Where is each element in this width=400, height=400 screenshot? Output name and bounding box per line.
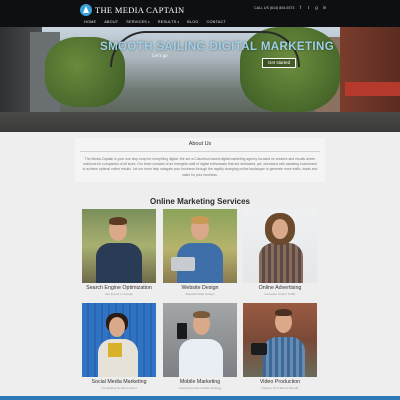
- contact-phone[interactable]: CALL US (614) 804-9373: [254, 6, 294, 10]
- get-started-button[interactable]: Get started: [262, 58, 296, 68]
- service-card-social-media[interactable]: Social Media Marketing Compelling Social…: [82, 303, 156, 390]
- site-header: THE MEDIA CAPTAIN CALL US (614) 804-9373…: [0, 0, 400, 27]
- service-photo: [82, 303, 156, 377]
- service-card-online-advertising[interactable]: Online Advertising Generate Instant Traf…: [243, 209, 317, 296]
- service-subtitle: Beautiful Web Design: [185, 292, 215, 296]
- service-photo: [163, 209, 237, 283]
- service-subtitle: Generate Instant Traffic: [264, 292, 296, 296]
- nav-about[interactable]: ABOUT: [100, 19, 122, 25]
- service-card-website-design[interactable]: Website Design Beautiful Web Design: [163, 209, 237, 296]
- service-title: Online Advertising: [258, 285, 302, 291]
- about-divider: [80, 151, 320, 152]
- footer-accent-bar: [0, 396, 400, 400]
- about-text: The Media Captain is your one stop shop …: [82, 157, 318, 177]
- service-title: Search Engine Optimization: [86, 285, 152, 291]
- service-subtitle: Compelling Social Content: [101, 386, 137, 390]
- linkedin-icon[interactable]: in: [322, 5, 327, 10]
- main-nav: HOME ABOUT SERVICES RESULTS BLOG CONTACT: [80, 19, 230, 25]
- nav-results[interactable]: RESULTS: [154, 19, 183, 25]
- nav-contact[interactable]: CONTACT: [203, 19, 230, 25]
- google-plus-icon[interactable]: g: [314, 5, 319, 10]
- twitter-icon[interactable]: t: [306, 5, 311, 10]
- hero-title: SMOOTH SAILING DIGITAL MARKETING: [100, 41, 335, 53]
- service-subtitle: Get Found in Google: [105, 292, 133, 296]
- services-title: Online Marketing Services: [149, 197, 251, 206]
- logo-text: THE MEDIA CAPTAIN: [95, 4, 185, 15]
- service-title: Mobile Marketing: [179, 379, 221, 385]
- sailboat-logo-icon: [80, 3, 92, 16]
- logo[interactable]: THE MEDIA CAPTAIN: [80, 3, 184, 16]
- service-card-seo[interactable]: Search Engine Optimization Get Found in …: [82, 209, 156, 296]
- service-photo: [243, 209, 317, 283]
- service-photo: [82, 209, 156, 283]
- service-title: Website Design: [181, 285, 219, 291]
- service-title: Social Media Marketing: [91, 379, 147, 385]
- service-photo: [243, 303, 317, 377]
- facebook-icon[interactable]: f: [298, 5, 303, 10]
- service-card-video-production[interactable]: Video Production Capture Your Brand Visu…: [243, 303, 317, 390]
- service-photo: [163, 303, 237, 377]
- nav-blog[interactable]: BLOG: [183, 19, 202, 25]
- service-subtitle: Capture Your Brand Visually: [261, 386, 299, 390]
- about-title: About Us: [188, 141, 212, 147]
- social-links: f t g in: [298, 5, 327, 10]
- hero-awning: [345, 82, 400, 96]
- nav-home[interactable]: HOME: [80, 19, 100, 25]
- hero-script-text: Let's go: [152, 54, 168, 59]
- hero-street: [0, 112, 400, 132]
- service-subtitle: Comprehensive Mobile Strategy: [178, 386, 222, 390]
- nav-services[interactable]: SERVICES: [122, 19, 153, 25]
- service-card-mobile-marketing[interactable]: Mobile Marketing Comprehensive Mobile St…: [163, 303, 237, 390]
- page: THE MEDIA CAPTAIN CALL US (614) 804-9373…: [0, 0, 400, 400]
- service-title: Video Production: [259, 379, 301, 385]
